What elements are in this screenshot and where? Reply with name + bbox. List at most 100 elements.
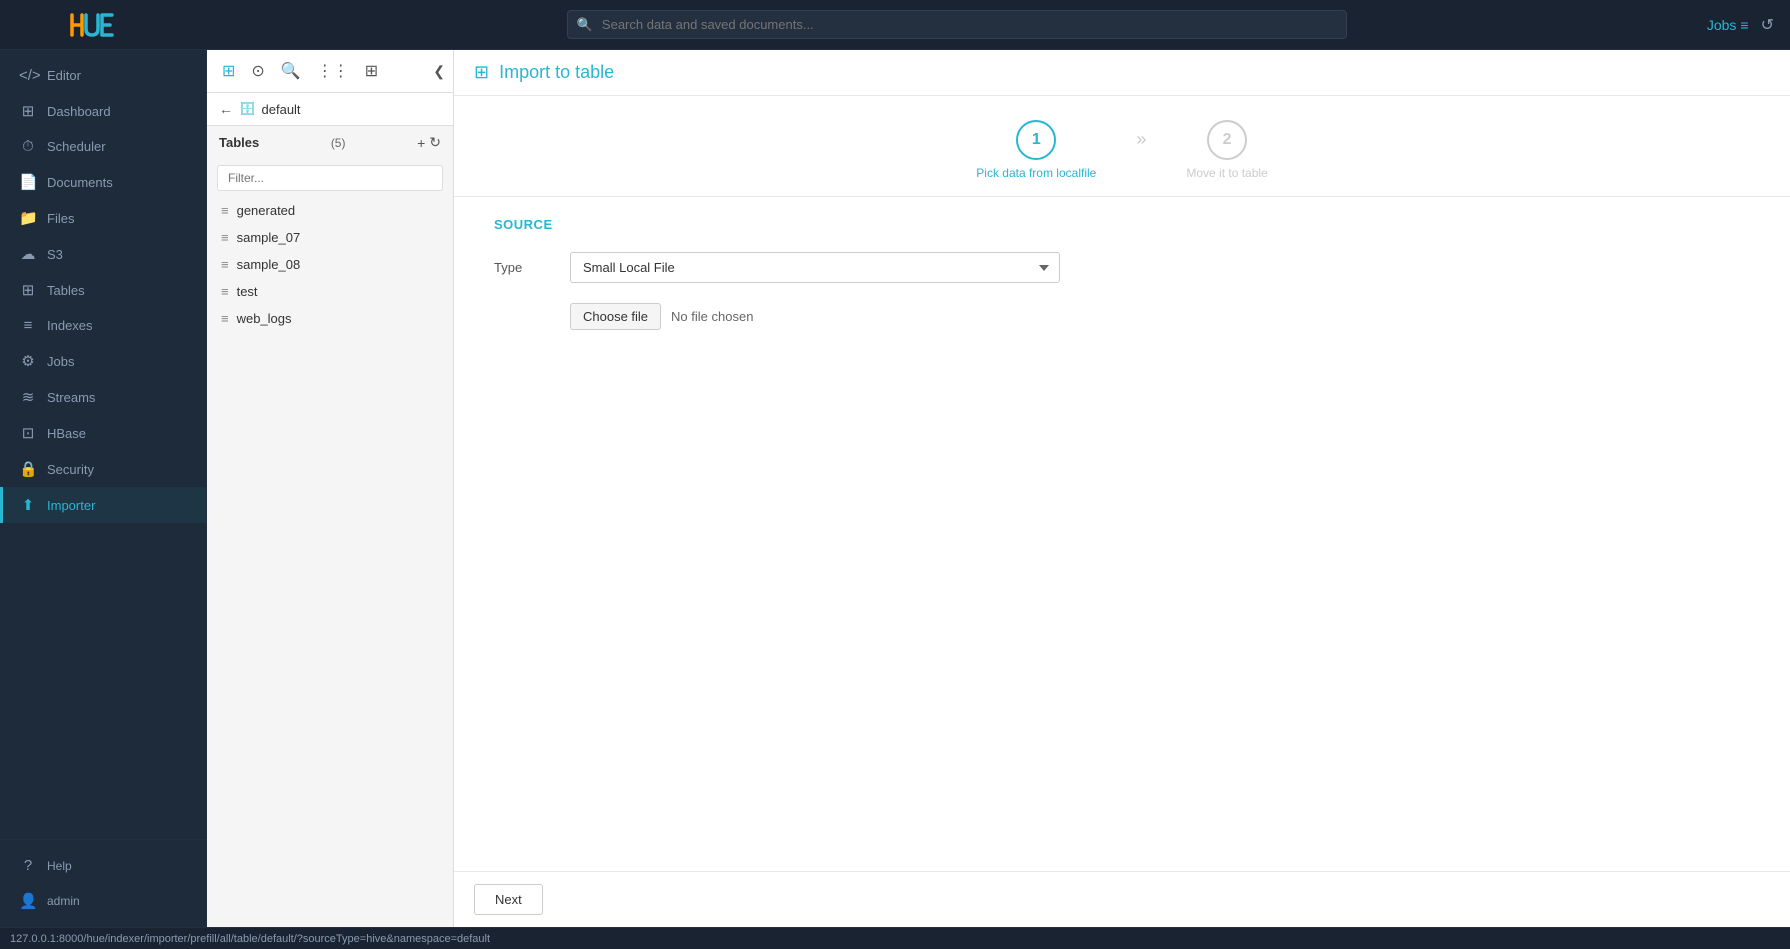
step2-label: Move it to table: [1186, 166, 1267, 180]
type-select[interactable]: Small Local File Large Local File Remote…: [570, 252, 1060, 283]
sidebar-item-label: Files: [47, 211, 74, 226]
wizard-step-1: 1 Pick data from localfile: [976, 120, 1096, 180]
table-item[interactable]: ≡ sample_07: [207, 224, 453, 251]
s3-icon: ☁: [19, 245, 37, 263]
table-name: web_logs: [237, 311, 292, 326]
sidebar-item-streams[interactable]: ≋ Streams: [0, 379, 206, 415]
page-title: Import to table: [499, 62, 614, 83]
logo-area: [0, 7, 207, 43]
table-item[interactable]: ≡ web_logs: [207, 305, 453, 332]
main-content: ⊞ Import to table 1 Pick data from local…: [454, 50, 1790, 927]
step1-label: Pick data from localfile: [976, 166, 1096, 180]
filter-wrap: [207, 159, 453, 197]
sidebar-item-label: Jobs: [47, 354, 74, 369]
search-wrap: 🔍: [567, 10, 1347, 39]
source-section-label: SOURCE: [494, 217, 1750, 232]
step1-circle: 1: [1016, 120, 1056, 160]
import-table-icon: ⊞: [474, 62, 489, 83]
table-item[interactable]: ≡ generated: [207, 197, 453, 224]
sidebar-item-editor[interactable]: </> Editor: [0, 58, 206, 93]
type-label: Type: [494, 260, 554, 275]
section-actions: + ↻: [417, 134, 441, 151]
sidebar-item-admin[interactable]: 👤 admin: [0, 883, 206, 919]
sidebar-item-label: Documents: [47, 175, 113, 190]
choose-file-button[interactable]: Choose file: [570, 303, 661, 330]
sidebar-item-tables[interactable]: ⊞ Tables: [0, 272, 206, 308]
toolbar-copy-icon[interactable]: ⊙: [246, 58, 269, 84]
sidebar-item-label: S3: [47, 247, 63, 262]
dashboard-icon: ⊞: [19, 102, 37, 120]
toolbar-table-icon[interactable]: ⊞: [217, 58, 240, 84]
sidebar-item-dashboard[interactable]: ⊞ Dashboard: [0, 93, 206, 129]
statusbar: 127.0.0.1:8000/hue/indexer/importer/pref…: [0, 927, 1790, 949]
sidebar-item-hbase[interactable]: ⊡ HBase: [0, 415, 206, 451]
table-icon: ≡: [221, 230, 229, 245]
jobs-link[interactable]: Jobs ≡: [1707, 17, 1749, 33]
refresh-tables-button[interactable]: ↻: [429, 134, 441, 151]
toolbar-search-icon[interactable]: 🔍: [276, 58, 306, 84]
toolbar-grid-icon[interactable]: ⊞: [360, 58, 383, 84]
sidebar-item-jobs[interactable]: ⚙ Jobs: [0, 343, 206, 379]
sidebar-item-s3[interactable]: ☁ S3: [0, 236, 206, 272]
streams-icon: ≋: [19, 388, 37, 406]
topbar-actions: Jobs ≡ ↺: [1707, 15, 1790, 35]
step2-number: 2: [1223, 131, 1232, 149]
sidebar-item-label: Dashboard: [47, 104, 111, 119]
back-button[interactable]: ←: [219, 101, 233, 117]
importer-icon: ⬆: [19, 496, 37, 514]
jobs-icon: ⚙: [19, 352, 37, 370]
tables-icon: ⊞: [19, 281, 37, 299]
sidebar-item-scheduler[interactable]: ⏱ Scheduler: [0, 129, 206, 164]
table-icon: ≡: [221, 311, 229, 326]
section-title: Tables: [219, 135, 259, 150]
sidebar-item-label: Editor: [47, 68, 81, 83]
sidebar-item-label: HBase: [47, 426, 86, 441]
sidebar-item-label: Scheduler: [47, 139, 106, 154]
no-file-label: No file chosen: [671, 309, 753, 324]
collapse-panel-button[interactable]: ❮: [433, 63, 445, 80]
filter-input[interactable]: [217, 165, 443, 191]
help-icon: ?: [19, 857, 37, 874]
second-panel-toolbar: ⊞ ⊙ 🔍 ⋮⋮ ⊞ ❮: [207, 50, 453, 93]
toolbar-hierarchy-icon[interactable]: ⋮⋮: [312, 58, 354, 84]
next-button[interactable]: Next: [474, 884, 543, 915]
status-url: 127.0.0.1:8000/hue/indexer/importer/pref…: [10, 933, 490, 945]
table-icon: ≡: [221, 203, 229, 218]
files-icon: 📁: [19, 209, 37, 227]
panel-breadcrumb: ← 🗄 default: [207, 93, 453, 126]
search-icon: 🔍: [577, 17, 593, 33]
main-layout: </> Editor ⊞ Dashboard ⏱ Scheduler 📄 Doc…: [0, 50, 1790, 927]
table-name: generated: [237, 203, 296, 218]
sidebar-item-importer[interactable]: ⬆ Importer: [0, 487, 206, 523]
add-table-button[interactable]: +: [417, 135, 425, 151]
form-area: SOURCE Type Small Local File Large Local…: [454, 197, 1790, 871]
second-panel: ⊞ ⊙ 🔍 ⋮⋮ ⊞ ❮ ← 🗄 default Tables (5) + ↻ …: [207, 50, 454, 927]
section-count: (5): [331, 136, 346, 150]
table-item[interactable]: ≡ test: [207, 278, 453, 305]
sidebar-item-label: Security: [47, 462, 94, 477]
jobs-menu-icon: ≡: [1740, 17, 1748, 33]
hbase-icon: ⊡: [19, 424, 37, 442]
sidebar-item-indexes[interactable]: ≡ Indexes: [0, 308, 206, 343]
sidebar-item-label: Streams: [47, 390, 95, 405]
wizard-steps: 1 Pick data from localfile » 2 Move it t…: [454, 96, 1790, 197]
table-list: ≡ generated ≡ sample_07 ≡ sample_08 ≡ te…: [207, 197, 453, 927]
search-input[interactable]: [567, 10, 1347, 39]
sidebar-item-files[interactable]: 📁 Files: [0, 200, 206, 236]
search-area: 🔍: [207, 10, 1707, 39]
table-name: sample_08: [237, 257, 301, 272]
sidebar-item-help[interactable]: ? Help: [0, 848, 206, 883]
sidebar-item-security[interactable]: 🔒 Security: [0, 451, 206, 487]
table-icon: ≡: [221, 257, 229, 272]
sidebar-nav: </> Editor ⊞ Dashboard ⏱ Scheduler 📄 Doc…: [0, 50, 206, 839]
table-item[interactable]: ≡ sample_08: [207, 251, 453, 278]
security-icon: 🔒: [19, 460, 37, 478]
table-name: sample_07: [237, 230, 301, 245]
refresh-button[interactable]: ↺: [1761, 15, 1774, 35]
wizard-step-2: 2 Move it to table: [1186, 120, 1267, 180]
topbar: 🔍 Jobs ≡ ↺: [0, 0, 1790, 50]
table-icon: ≡: [221, 284, 229, 299]
sidebar-item-label: Indexes: [47, 318, 93, 333]
breadcrumb-db-name: default: [262, 102, 301, 117]
sidebar-item-documents[interactable]: 📄 Documents: [0, 164, 206, 200]
